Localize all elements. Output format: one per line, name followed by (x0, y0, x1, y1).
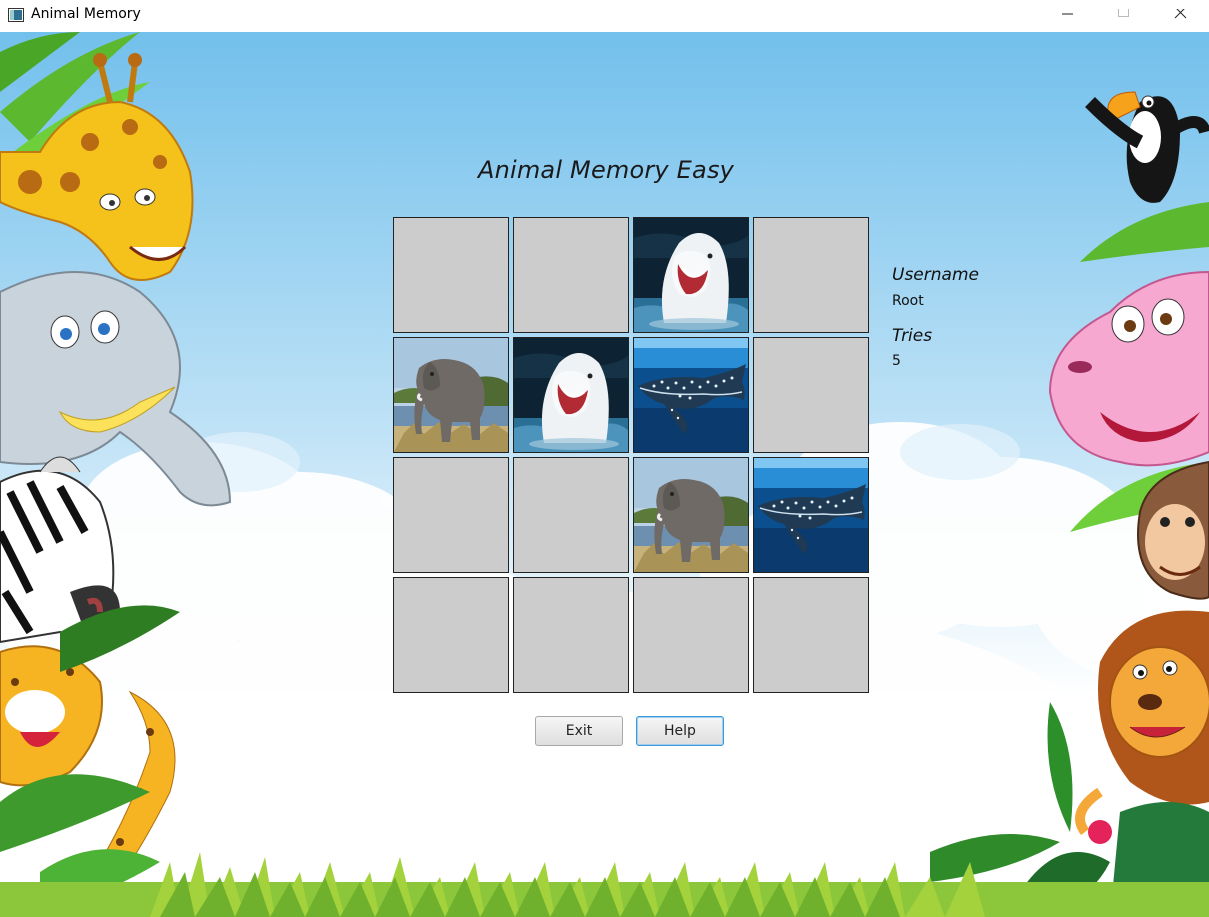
card-hidden[interactable] (633, 577, 749, 693)
beluga-whale-image (514, 338, 628, 452)
app-icon (8, 8, 24, 22)
elephant-image (394, 338, 508, 452)
username-label: Username (892, 265, 979, 285)
game-scene: Animal Memory Easy Username Root Tries 5… (0, 32, 1209, 917)
elephant-image (634, 458, 748, 572)
card-hidden[interactable] (393, 217, 509, 333)
game-title: Animal Memory Easy (477, 156, 735, 184)
card-elephant[interactable] (633, 457, 749, 573)
card-whale-shark[interactable] (753, 457, 869, 573)
tries-value: 5 (892, 353, 901, 369)
card-hidden[interactable] (513, 457, 629, 573)
exit-button[interactable]: Exit (535, 716, 623, 746)
card-hidden[interactable] (393, 577, 509, 693)
help-button[interactable]: Help (636, 716, 724, 746)
card-hidden[interactable] (513, 217, 629, 333)
card-hidden[interactable] (753, 577, 869, 693)
close-icon (1174, 9, 1187, 19)
card-hidden[interactable] (513, 577, 629, 693)
window-title: Animal Memory (31, 6, 141, 22)
card-grid (393, 217, 871, 695)
beluga-whale-image (634, 218, 748, 332)
username-value: Root (892, 293, 924, 309)
close-button[interactable] (1158, 0, 1204, 32)
card-hidden[interactable] (753, 337, 869, 453)
whale-shark-image (754, 458, 868, 572)
minimize-button[interactable] (1045, 0, 1091, 32)
tries-label: Tries (892, 326, 933, 346)
card-whale-shark[interactable] (633, 337, 749, 453)
maximize-icon (1118, 9, 1129, 17)
card-hidden[interactable] (753, 217, 869, 333)
maximize-button[interactable] (1101, 0, 1147, 32)
card-hidden[interactable] (393, 457, 509, 573)
card-beluga-whale[interactable] (633, 217, 749, 333)
whale-shark-image (634, 338, 748, 452)
window-titlebar: Animal Memory (0, 0, 1209, 32)
minimize-icon (1062, 13, 1073, 15)
card-elephant[interactable] (393, 337, 509, 453)
card-beluga-whale[interactable] (513, 337, 629, 453)
